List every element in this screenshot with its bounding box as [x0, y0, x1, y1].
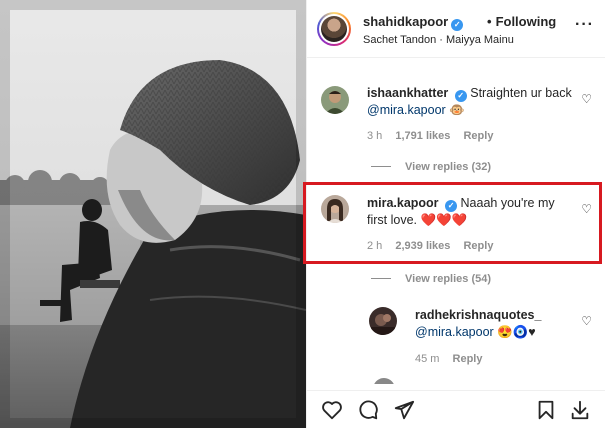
reply-time[interactable]: 45 m: [415, 353, 439, 365]
comment-username[interactable]: ishaankhatter: [367, 86, 448, 100]
comment-content: Straighten ur back: [470, 86, 572, 100]
view-replies-button[interactable]: View replies (32): [371, 161, 491, 173]
mention-link[interactable]: @mira.kapoor: [367, 103, 446, 117]
following-label[interactable]: Following: [496, 14, 557, 29]
post-image[interactable]: [0, 0, 306, 428]
post-photo: [0, 0, 306, 428]
comment-likes[interactable]: 1,791 likes: [395, 130, 450, 142]
reply-emoji: 😍🧿♥: [497, 325, 536, 339]
highlight-box: [303, 182, 602, 264]
author-avatar[interactable]: [317, 12, 351, 46]
view-replies-label[interactable]: View replies (54): [405, 273, 491, 285]
view-replies-button[interactable]: View replies (54): [371, 273, 491, 285]
author-username-row[interactable]: shahidkapoor ✓: [363, 14, 464, 31]
heart-icon[interactable]: [321, 399, 343, 421]
comment-emoji: 🐵: [449, 103, 465, 117]
replies-divider: [371, 278, 391, 279]
author-username[interactable]: shahidkapoor: [363, 14, 448, 29]
comment-ishaankhatter: ishaankhatter ✓ Straighten ur back @mira…: [307, 76, 605, 173]
reply-radhekrishnaquotes: radhekrishnaquotes_ @mira.kapoor 😍🧿♥ ♡ 4…: [307, 300, 605, 370]
reply-like-heart-icon[interactable]: ♡: [581, 314, 592, 328]
replies-divider: [371, 166, 391, 167]
comment-text: ishaankhatter ✓ Straighten ur back @mira…: [367, 85, 572, 119]
comment-meta: 3 h 1,791 likes Reply: [367, 130, 503, 142]
bookmark-icon[interactable]: [535, 399, 557, 421]
reply-username[interactable]: radhekrishnaquotes_: [415, 308, 541, 322]
reply-meta: 45 m Reply: [415, 353, 493, 365]
reply-text: radhekrishnaquotes_ @mira.kapoor 😍🧿♥: [415, 307, 575, 341]
share-icon[interactable]: [393, 399, 415, 421]
download-icon[interactable]: [569, 399, 591, 421]
post-header: shahidkapoor ✓ • Following Sachet Tandon ·…: [307, 0, 605, 58]
action-bar: [307, 390, 605, 428]
commenter-avatar[interactable]: [373, 378, 395, 384]
separator-dot: •: [487, 14, 492, 29]
reply-button[interactable]: Reply: [453, 353, 483, 365]
view-replies-label[interactable]: View replies (32): [405, 161, 491, 173]
mention-link[interactable]: @mira.kapoor: [415, 325, 494, 339]
next-reply-partial: [307, 376, 605, 384]
comment-like-heart-icon[interactable]: ♡: [581, 92, 592, 106]
more-icon[interactable]: ···: [575, 16, 594, 34]
following-button[interactable]: • Following: [487, 14, 556, 29]
verified-icon: ✓: [454, 90, 467, 102]
commenter-avatar[interactable]: [369, 307, 397, 335]
reply-button[interactable]: Reply: [463, 130, 493, 142]
commenter-avatar[interactable]: [321, 86, 349, 114]
comment-icon[interactable]: [357, 399, 379, 421]
verified-icon: ✓: [451, 19, 464, 31]
audio-track[interactable]: Sachet Tandon · Maiyya Mainu: [363, 34, 514, 46]
comment-time[interactable]: 3 h: [367, 130, 382, 142]
